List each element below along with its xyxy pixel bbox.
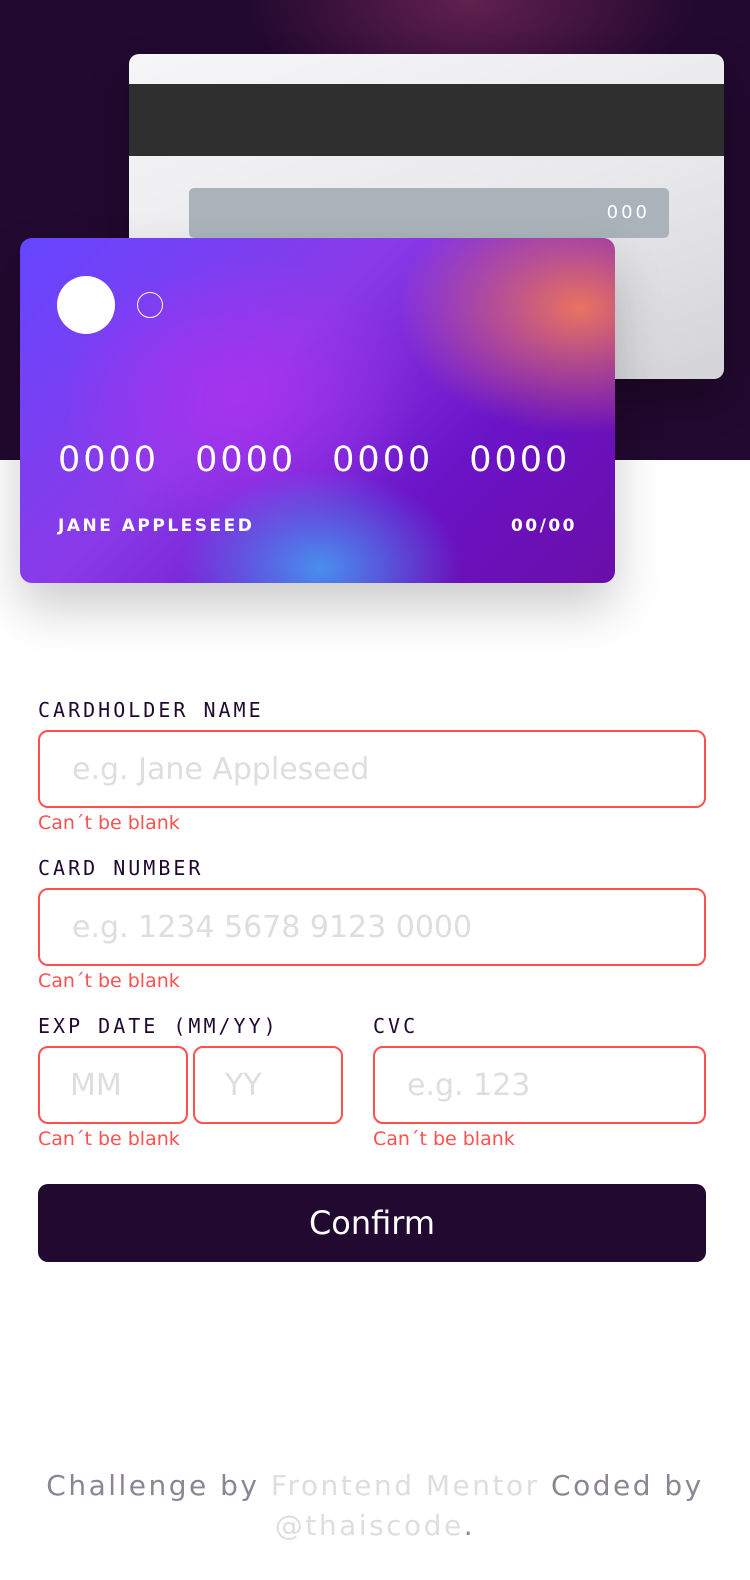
exp-year-input[interactable] xyxy=(193,1046,343,1124)
card-expiry-display: 00/00 xyxy=(510,516,577,536)
card-logo-circle-icon xyxy=(57,276,115,334)
card-number-error: Can´t be blank xyxy=(38,970,180,992)
card-back-cvc: 000 xyxy=(606,202,650,223)
card-front-image: 0000 0000 0000 0000 JANE APPLESEED 00/00 xyxy=(20,238,615,583)
card-number-group: 0000 xyxy=(58,440,160,480)
cardholder-name-field: CARDHOLDER NAME Can´t be blank xyxy=(38,690,706,838)
magnetic-stripe xyxy=(129,84,724,156)
attribution-suffix: . xyxy=(463,1509,476,1542)
card-logo-ring-icon xyxy=(137,292,163,318)
author-link[interactable]: @thaiscode xyxy=(275,1509,464,1542)
exp-date-label: EXP DATE (MM/YY) xyxy=(38,1014,279,1038)
attribution-footer: Challenge by Frontend Mentor Coded by @t… xyxy=(0,1466,750,1546)
signature-strip xyxy=(189,188,669,238)
frontend-mentor-link[interactable]: Frontend Mentor xyxy=(271,1469,540,1502)
card-number-field: CARD NUMBER Can´t be blank xyxy=(38,848,706,996)
cardholder-name-label: CARDHOLDER NAME xyxy=(38,698,264,722)
attribution-prefix: Challenge by xyxy=(46,1469,271,1502)
card-number-label: CARD NUMBER xyxy=(38,856,204,880)
cardholder-name-input[interactable] xyxy=(38,730,706,808)
exp-date-field: EXP DATE (MM/YY) Can´t be blank xyxy=(38,1006,343,1154)
card-number-input[interactable] xyxy=(38,888,706,966)
card-number-display: 0000 0000 0000 0000 xyxy=(58,440,570,480)
cvc-label: CVC xyxy=(373,1014,419,1038)
card-number-group: 0000 xyxy=(469,440,571,480)
cardholder-name-error: Can´t be blank xyxy=(38,812,180,834)
card-details-form: CARDHOLDER NAME Can´t be blank CARD NUMB… xyxy=(38,690,706,1262)
cvc-error: Can´t be blank xyxy=(373,1128,515,1150)
exp-date-inputs xyxy=(38,1046,343,1124)
cvc-field: CVC Can´t be blank xyxy=(373,1006,706,1154)
card-number-group: 0000 xyxy=(195,440,297,480)
confirm-button[interactable]: Confirm xyxy=(38,1184,706,1262)
card-holder-name-display: JANE APPLESEED xyxy=(58,516,255,536)
attribution-middle: Coded by xyxy=(539,1469,704,1502)
exp-month-input[interactable] xyxy=(38,1046,188,1124)
cvc-input[interactable] xyxy=(373,1046,706,1124)
exp-date-error: Can´t be blank xyxy=(38,1128,180,1150)
card-number-group: 0000 xyxy=(332,440,434,480)
exp-cvc-row: EXP DATE (MM/YY) Can´t be blank CVC Can´… xyxy=(38,1006,706,1154)
